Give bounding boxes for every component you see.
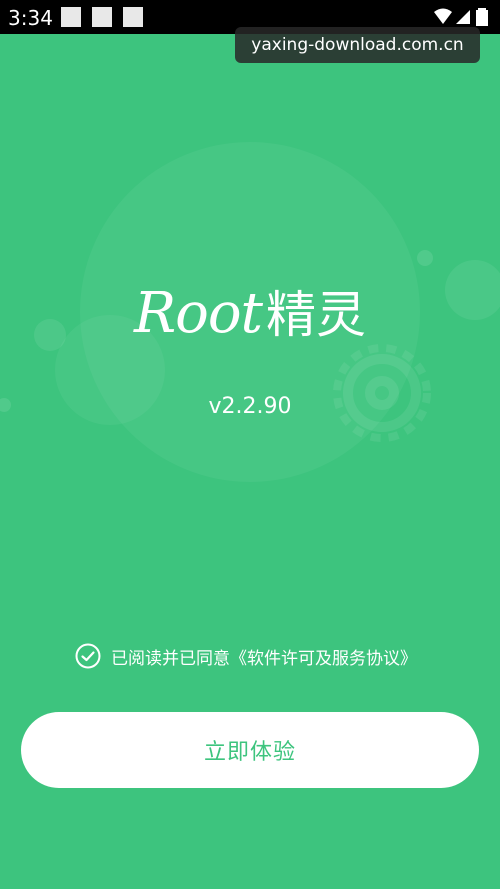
app-version: v2.2.90 <box>208 394 292 419</box>
check-circle-icon[interactable] <box>75 643 101 669</box>
agreement-text[interactable]: 已阅读并已同意《软件许可及服务协议》 <box>111 644 417 669</box>
app-logo: Root精灵 <box>0 275 500 347</box>
logo-latin: Root <box>133 281 263 346</box>
agreement-row[interactable]: 已阅读并已同意《软件许可及服务协议》 <box>75 642 417 670</box>
start-experience-button[interactable]: 立即体验 <box>21 712 479 788</box>
logo-chinese: 精灵 <box>266 286 367 344</box>
